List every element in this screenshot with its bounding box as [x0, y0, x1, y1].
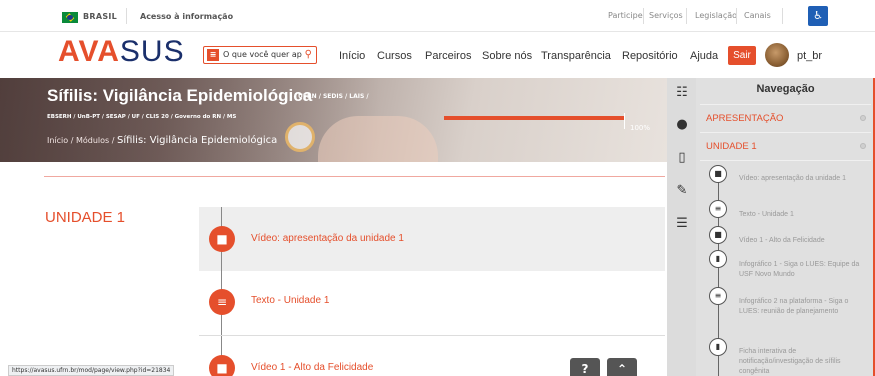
activity-link[interactable]: Vídeo 1 - Alto da Felicidade: [251, 362, 373, 373]
video-icon: ■: [709, 165, 727, 183]
nav-cursos[interactable]: Cursos: [377, 50, 412, 62]
folder-icon[interactable]: ▯: [673, 149, 691, 167]
navigation-panel: Navegação APRESENTAÇÃO UNIDADE 1 ■ Vídeo…: [696, 78, 875, 376]
menu-grid-icon[interactable]: ≡: [207, 49, 219, 61]
nav-parceiros[interactable]: Parceiros: [425, 50, 471, 62]
status-url: https://avasus.ufrn.br/mod/page/view.php…: [8, 365, 175, 376]
section-status-icon: [860, 143, 866, 149]
video-icon[interactable]: ■: [209, 355, 235, 376]
course-institutions: UFRN / SEDIS / LAIS /: [298, 93, 369, 100]
breadcrumb: Início / Módulos / Sífilis: Vigilância E…: [47, 135, 277, 146]
users-icon[interactable]: ●: [673, 116, 691, 134]
help-button[interactable]: ?: [570, 358, 600, 376]
nav-item[interactable]: Vídeo: apresentação da unidade 1: [739, 174, 867, 184]
course-title: Sífilis: Vigilância Epidemiológica: [47, 86, 313, 105]
avasus-logo[interactable]: AVASUS: [58, 35, 185, 69]
text-icon: ≡: [709, 287, 727, 305]
govbar-link-participe[interactable]: Participe: [608, 11, 643, 20]
nav-repositorio[interactable]: Repositório: [622, 50, 678, 62]
nav-section-apresentacao[interactable]: APRESENTAÇÃO: [706, 113, 783, 124]
activity-link[interactable]: Vídeo: apresentação da unidade 1: [251, 233, 404, 244]
search-input[interactable]: O que você quer ap: [223, 50, 303, 59]
accessibility-icon[interactable]: ♿: [808, 6, 828, 26]
logo-part-a: AVA: [58, 35, 120, 68]
govbar-link-servicos[interactable]: Serviços: [649, 11, 683, 20]
activity-link[interactable]: Texto - Unidade 1: [251, 295, 329, 306]
course-progress-label: 100%: [630, 124, 651, 132]
logout-button[interactable]: Sair: [728, 46, 756, 65]
banner-hand-image: [318, 116, 438, 162]
nav-item[interactable]: Ficha interativa de notificação/investig…: [739, 347, 867, 376]
search-icon[interactable]: ⚲: [305, 49, 312, 60]
text-icon[interactable]: ≡: [209, 289, 235, 315]
nav-inicio[interactable]: Início: [339, 50, 365, 62]
brazil-flag-icon: [62, 12, 78, 23]
gov-bar: BRASIL Acesso à informação Participe Ser…: [0, 0, 875, 32]
document-icon: ▮: [709, 338, 727, 356]
nav-transparencia[interactable]: Transparência: [541, 50, 611, 62]
nav-item[interactable]: Vídeo 1 - Alto da Felicidade: [739, 236, 867, 246]
section-divider: [44, 176, 665, 177]
course-progress-bar: [444, 116, 624, 120]
logo-part-b: SUS: [119, 35, 185, 68]
breadcrumb-path[interactable]: Início / Módulos /: [47, 136, 117, 145]
sitemap-icon[interactable]: ☷: [673, 84, 691, 102]
banner-percent-graphic: [285, 122, 315, 152]
edit-icon[interactable]: ✎: [673, 182, 691, 200]
text-icon: ≡: [709, 200, 727, 218]
unit-title: UNIDADE 1: [45, 209, 126, 226]
nav-item[interactable]: Infográfico 2 na plataforma - Siga o LUE…: [739, 297, 867, 317]
video-icon[interactable]: ■: [209, 226, 235, 252]
list-icon[interactable]: ☰: [673, 215, 691, 233]
access-info-link[interactable]: Acesso à informação: [140, 12, 233, 21]
search-box[interactable]: ≡ O que você quer ap ⚲: [203, 46, 317, 64]
avatar[interactable]: [765, 43, 789, 67]
side-toolbar: ☷ ● ▯ ✎ ☰: [667, 78, 696, 376]
nav-section-unidade-1[interactable]: UNIDADE 1: [706, 141, 757, 152]
nav-item[interactable]: Infográfico 1 - Siga o LUES: Equipe da U…: [739, 260, 867, 280]
video-icon: ■: [709, 226, 727, 244]
navigation-title: Navegação: [756, 83, 815, 95]
section-status-icon: [860, 115, 866, 121]
site-header: AVASUS ≡ O que você quer ap ⚲ Início Cur…: [0, 32, 875, 76]
country-label[interactable]: BRASIL: [83, 12, 117, 21]
breadcrumb-current: Sífilis: Vigilância Epidemiológica: [116, 135, 278, 146]
language-selector[interactable]: pt_br: [797, 50, 822, 62]
nav-ajuda[interactable]: Ajuda: [690, 50, 718, 62]
back-to-top-button[interactable]: ⌃: [607, 358, 637, 376]
document-icon: ▮: [709, 250, 727, 268]
nav-sobre-nos[interactable]: Sobre nós: [482, 50, 532, 62]
course-progress-fill: [444, 116, 624, 120]
govbar-link-legislacao[interactable]: Legislação: [695, 11, 737, 20]
course-banner: Sífilis: Vigilância Epidemiológica UFRN …: [0, 78, 667, 162]
nav-item[interactable]: Texto - Unidade 1: [739, 210, 867, 220]
course-partners: EBSERH / UnB-PT / SESAP / UF / CLIS 20 /…: [47, 114, 237, 120]
govbar-link-canais[interactable]: Canais: [744, 11, 771, 20]
